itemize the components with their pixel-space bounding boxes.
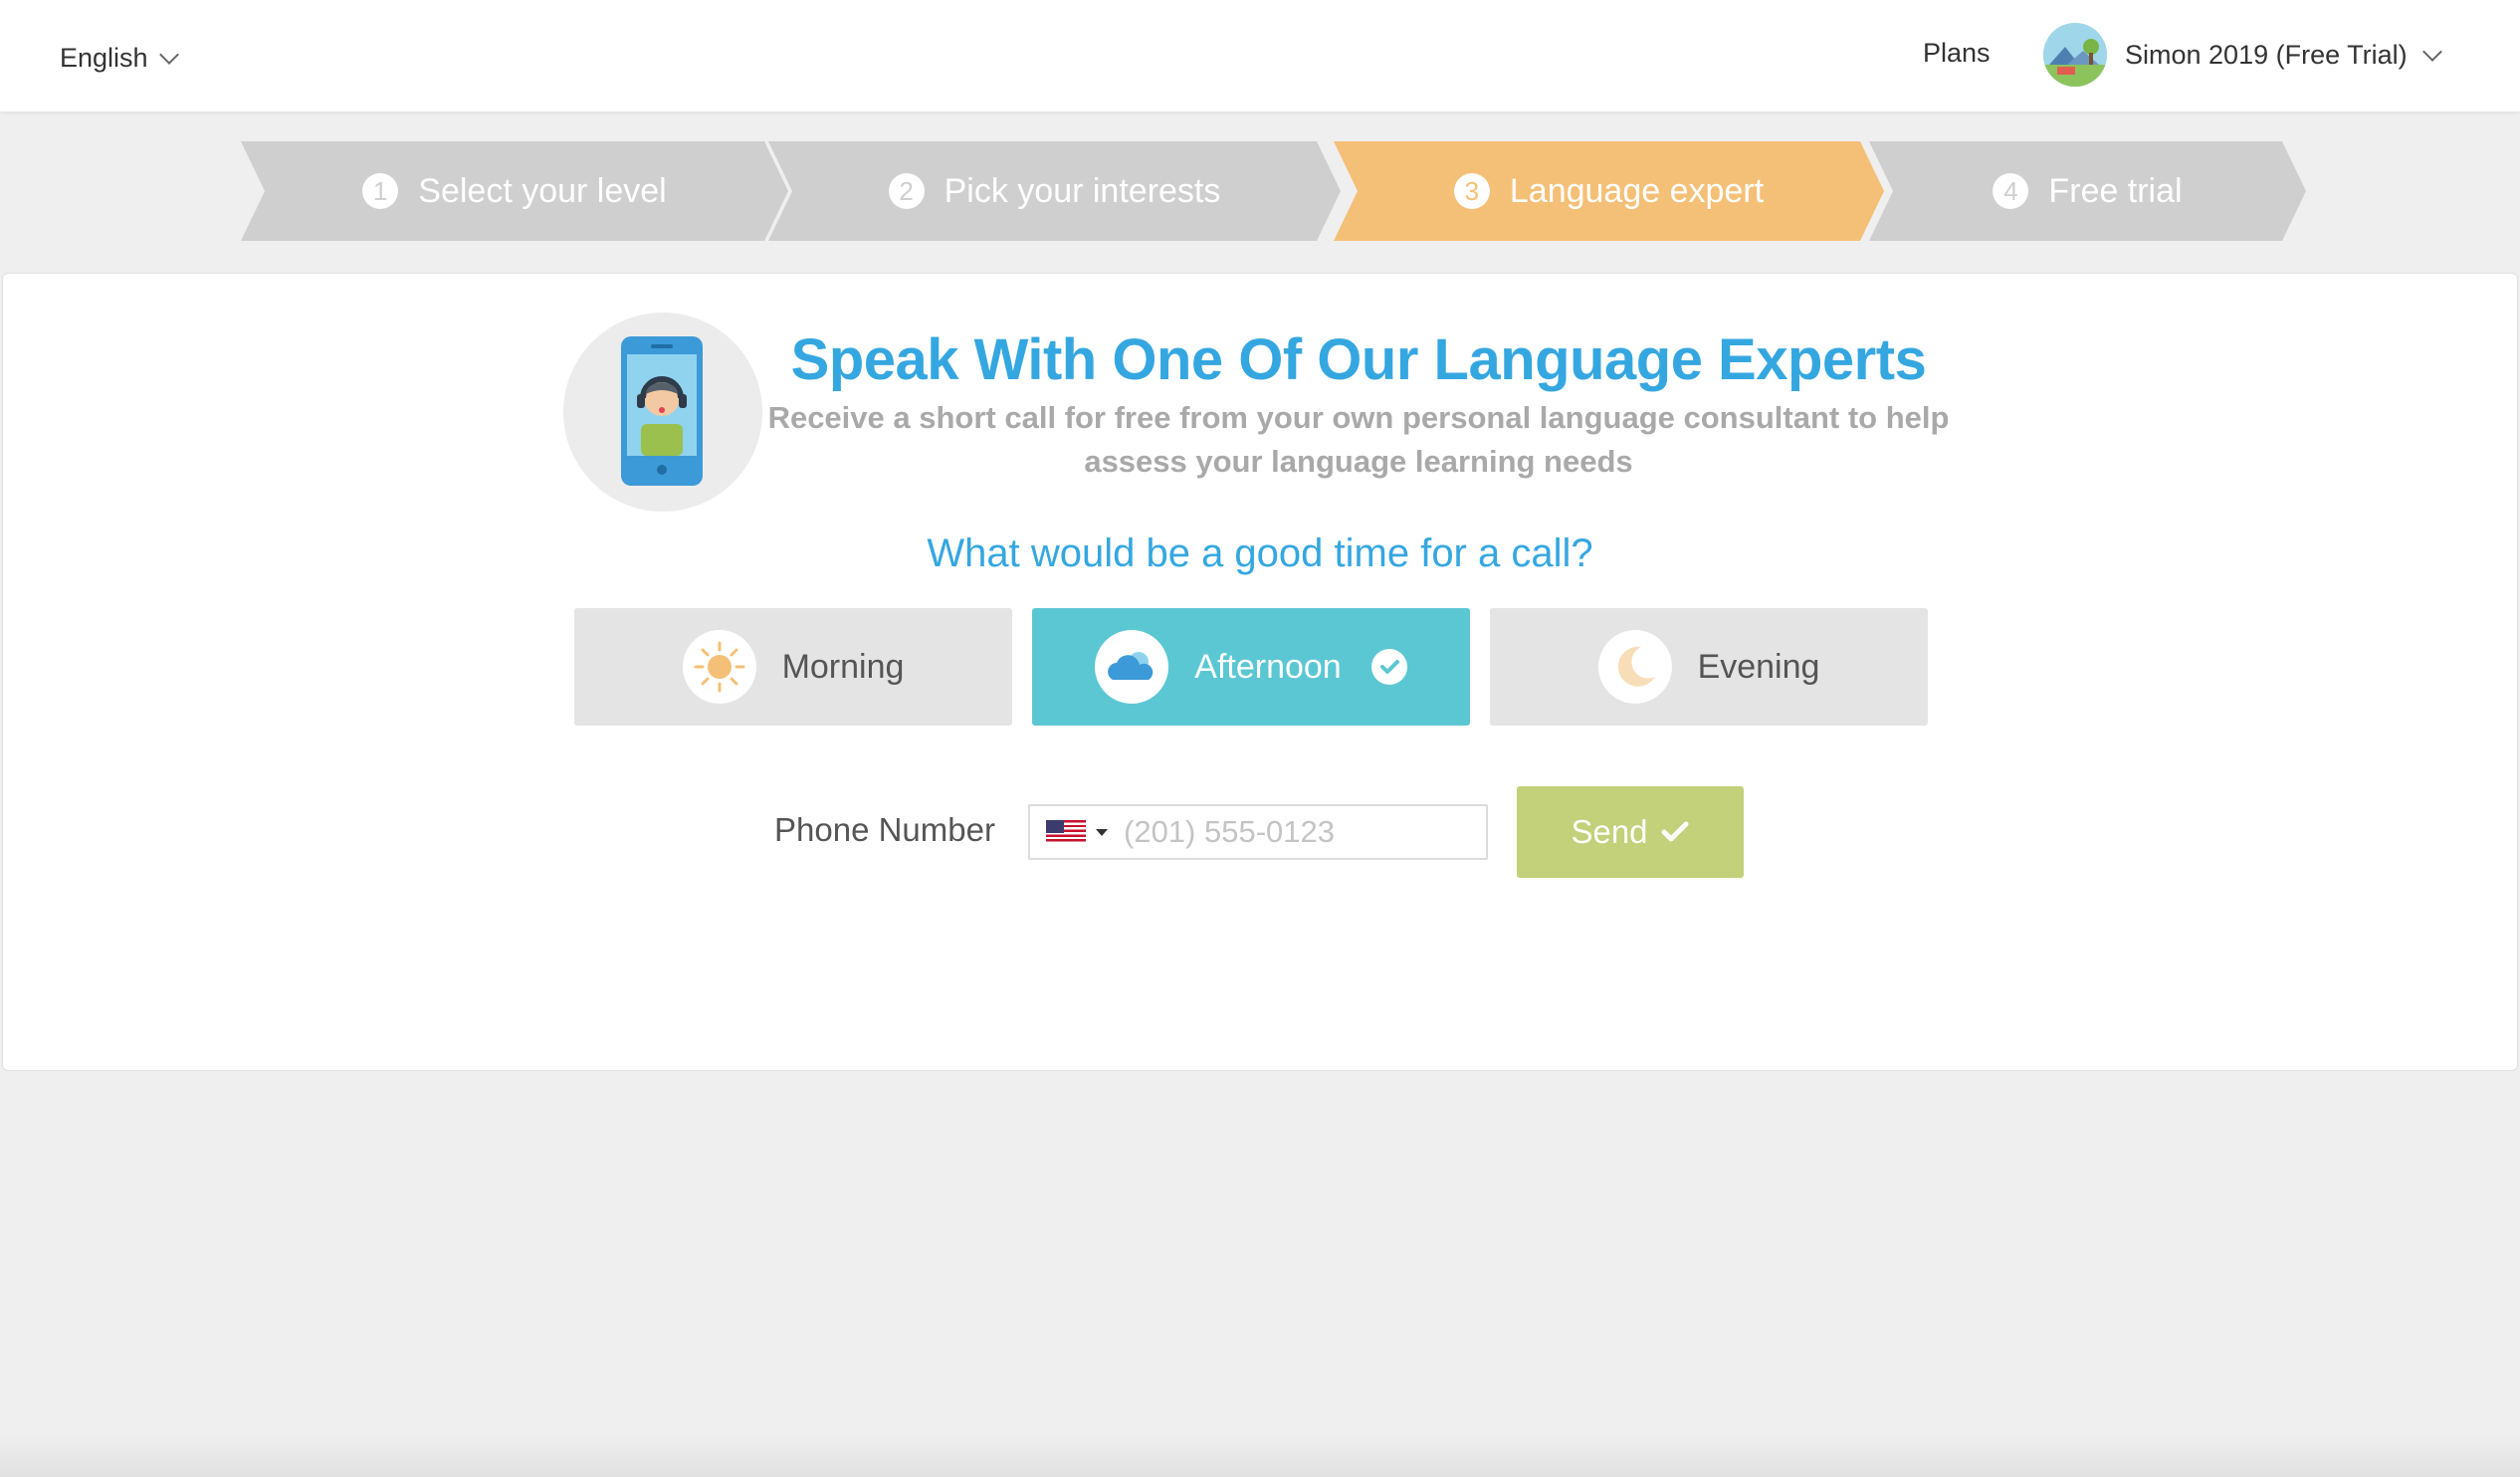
time-option-label: Evening (1697, 647, 1820, 686)
progress-stepper: 1 Select your level 2 Pick your interest… (241, 141, 2306, 241)
step-label: Language expert (1509, 171, 1765, 210)
phone-number-field (1028, 804, 1488, 860)
phone-number-input[interactable] (1122, 813, 1454, 851)
time-option-afternoon[interactable]: Afternoon (1032, 608, 1470, 726)
country-code-selector[interactable] (1030, 820, 1122, 844)
time-option-morning[interactable]: Morning (574, 608, 1012, 726)
cloud-icon (1095, 630, 1169, 704)
step-number: 4 (1993, 173, 2028, 209)
phone-number-label: Phone Number (774, 811, 995, 848)
step-number: 2 (889, 173, 925, 209)
step-number: 1 (362, 173, 398, 209)
caret-down-icon (1096, 828, 1108, 836)
language-label: English (60, 42, 148, 73)
step-language-expert[interactable]: 3 Language expert (1334, 141, 1884, 241)
page-title: Speak With One Of Our Language Experts (790, 327, 1927, 392)
chevron-down-icon (2421, 42, 2442, 62)
selected-check-icon (1370, 649, 1407, 685)
avatar (2043, 23, 2107, 87)
step-select-level[interactable]: 1 Select your level (241, 141, 788, 241)
plans-link[interactable]: Plans (1923, 38, 1991, 69)
step-number: 3 (1454, 173, 1490, 209)
page-bottom-shadow (0, 1433, 2520, 1477)
send-button-label: Send (1571, 813, 1648, 850)
user-menu[interactable]: Simon 2019 (Free Trial) (2043, 22, 2442, 88)
user-name: Simon 2019 (Free Trial) (2125, 39, 2408, 70)
step-free-trial[interactable]: 4 Free trial (1869, 141, 2306, 241)
step-pick-interests[interactable]: 2 Pick your interests (768, 141, 1341, 241)
moon-icon (1597, 630, 1672, 704)
language-selector[interactable]: English (60, 38, 179, 78)
us-flag-icon (1046, 820, 1086, 844)
landscape-avatar-icon (2043, 23, 2107, 87)
step-label: Pick your interests (944, 171, 1221, 210)
call-time-question: What would be a good time for a call? (927, 531, 1593, 575)
step-label: Select your level (418, 171, 667, 210)
time-option-label: Afternoon (1194, 647, 1342, 686)
checkmark-icon (1661, 821, 1689, 842)
page-subtitle: Receive a short call for free from your … (767, 400, 1950, 479)
step-label: Free trial (2048, 171, 2183, 210)
time-option-label: Morning (781, 647, 905, 686)
send-button[interactable]: Send (1517, 786, 1744, 878)
sun-icon (682, 630, 756, 704)
top-bar: English Plans Simon 2019 (Free Trial) (0, 0, 2520, 111)
time-option-evening[interactable]: Evening (1490, 608, 1928, 726)
chevron-down-icon (158, 45, 179, 65)
